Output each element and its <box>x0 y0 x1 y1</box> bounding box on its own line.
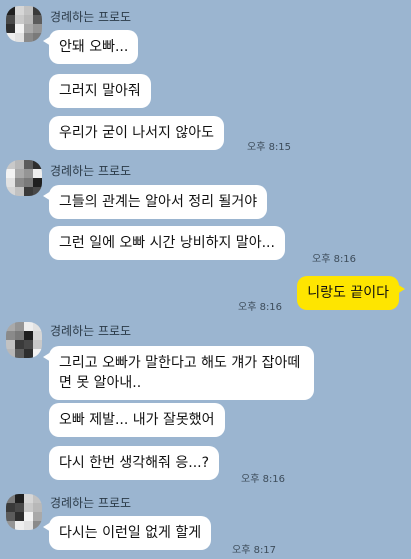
avatar-pixel <box>6 322 15 331</box>
avatar-pixel <box>6 6 15 15</box>
message-bubble[interactable]: 다시 한번 생각해줘 응...? <box>49 446 220 480</box>
avatar-pixel <box>15 160 24 169</box>
avatar-pixel <box>33 503 42 512</box>
avatar-pixel <box>15 178 24 187</box>
avatar-pixel <box>6 178 15 187</box>
sender-name: 경례하는 프로도 <box>50 164 132 178</box>
avatar[interactable] <box>6 322 42 358</box>
avatar-pixel <box>24 187 33 196</box>
avatar-pixel <box>15 521 24 530</box>
avatar-pixel <box>24 6 33 15</box>
avatar-pixel <box>24 169 33 178</box>
sender-name: 경례하는 프로도 <box>50 324 132 338</box>
avatar-pixel <box>6 160 15 169</box>
avatar-pixel <box>33 331 42 340</box>
avatar-pixel <box>15 187 24 196</box>
avatar-pixel <box>6 24 15 33</box>
message-bubble[interactable]: 오빠 제발... 내가 잘못했어 <box>49 403 225 437</box>
avatar-pixel <box>15 340 24 349</box>
message-bubble[interactable]: 그리고 오빠가 말한다고 해도 걔가 잡아떼면 못 알아내.. <box>43 346 314 400</box>
avatar-pixel <box>6 512 15 521</box>
avatar-pixel <box>33 512 42 521</box>
avatar[interactable] <box>6 6 42 42</box>
avatar-pixel <box>15 503 24 512</box>
avatar-pixel <box>24 349 33 358</box>
avatar-pixel <box>15 494 24 503</box>
avatar-pixel <box>6 15 15 24</box>
message-bubble[interactable]: 우리가 굳이 나서지 않아도 <box>49 116 225 150</box>
avatar-pixel <box>33 24 42 33</box>
avatar-pixel <box>15 169 24 178</box>
sender-name: 경례하는 프로도 <box>50 496 132 510</box>
avatar-pixel <box>6 33 15 42</box>
avatar-pixel <box>15 24 24 33</box>
avatar-pixel <box>24 322 33 331</box>
avatar-pixel <box>24 340 33 349</box>
sender-name: 경례하는 프로도 <box>50 10 132 24</box>
avatar-pixel <box>24 33 33 42</box>
avatar-pixel <box>24 503 33 512</box>
message-bubble[interactable]: 그러지 말아줘 <box>49 74 151 108</box>
avatar-pixel <box>33 322 42 331</box>
avatar-pixel <box>33 178 42 187</box>
message-bubble[interactable]: 그들의 관계는 알아서 정리 될거야 <box>42 185 268 219</box>
message-time: 오후 8:16 <box>238 302 283 313</box>
avatar-pixel <box>24 521 33 530</box>
avatar-pixel <box>15 6 24 15</box>
avatar-pixel <box>6 331 15 340</box>
avatar[interactable] <box>6 494 42 530</box>
message-time: 오후 8:15 <box>247 142 292 153</box>
avatar-pixel <box>24 178 33 187</box>
avatar-pixel <box>24 24 33 33</box>
avatar-pixel <box>24 512 33 521</box>
message-bubble[interactable]: 안돼 오빠... <box>42 30 139 64</box>
avatar-pixel <box>33 349 42 358</box>
avatar-pixel <box>6 349 15 358</box>
avatar-pixel <box>6 187 15 196</box>
message-time: 오후 8:17 <box>232 545 277 556</box>
avatar-pixel <box>24 494 33 503</box>
avatar-pixel <box>15 331 24 340</box>
avatar[interactable] <box>6 160 42 196</box>
avatar-pixel <box>6 169 15 178</box>
avatar-pixel <box>33 494 42 503</box>
avatar-pixel <box>24 160 33 169</box>
avatar-pixel <box>15 322 24 331</box>
avatar-pixel <box>33 160 42 169</box>
avatar-pixel <box>33 6 42 15</box>
avatar-pixel <box>33 15 42 24</box>
avatar-pixel <box>15 33 24 42</box>
avatar-pixel <box>33 521 42 530</box>
message-time: 오후 8:16 <box>312 254 357 265</box>
avatar-pixel <box>33 340 42 349</box>
avatar-pixel <box>33 33 42 42</box>
avatar-pixel <box>33 169 42 178</box>
message-bubble[interactable]: 다시는 이런일 없게 할게 <box>42 516 212 550</box>
avatar-pixel <box>6 340 15 349</box>
avatar-pixel <box>6 503 15 512</box>
avatar-pixel <box>15 15 24 24</box>
my-message-bubble[interactable]: 니랑도 끝이다 <box>297 276 405 310</box>
avatar-pixel <box>33 187 42 196</box>
avatar-pixel <box>24 331 33 340</box>
avatar-pixel <box>6 521 15 530</box>
avatar-pixel <box>6 494 15 503</box>
message-bubble[interactable]: 그런 일에 오빠 시간 낭비하지 말아... <box>49 226 285 260</box>
message-time: 오후 8:16 <box>241 474 286 485</box>
avatar-pixel <box>15 349 24 358</box>
avatar-pixel <box>24 15 33 24</box>
avatar-pixel <box>15 512 24 521</box>
